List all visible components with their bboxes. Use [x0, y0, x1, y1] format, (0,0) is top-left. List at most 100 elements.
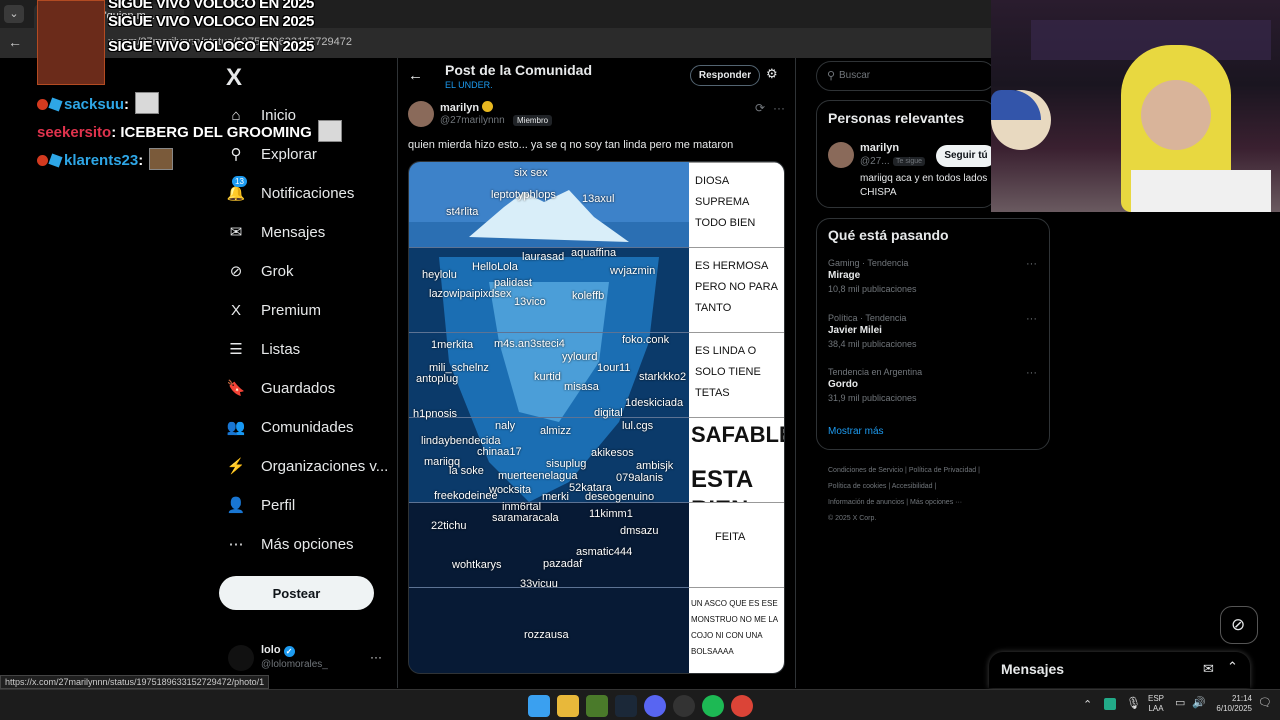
community-name[interactable]: EL UNDER. — [445, 80, 493, 90]
iceberg-username: leptotyphlops — [491, 189, 556, 201]
nav-item-8[interactable]: 🔖 Guardados — [225, 369, 336, 407]
post-button[interactable]: Postear — [219, 576, 374, 610]
iceberg-username: ambisjk — [636, 460, 674, 472]
filter-icon[interactable]: ⚙ — [766, 66, 778, 82]
iceberg-username: merki — [542, 491, 569, 503]
badge-icon — [37, 99, 48, 110]
iceberg-username: 13axul — [582, 193, 615, 205]
trend-name: Mirage — [828, 270, 861, 281]
footer-link[interactable]: Política de Privacidad — [909, 467, 976, 474]
tier-divider — [409, 332, 689, 333]
nav-label: Organizaciones v... — [261, 457, 389, 475]
iceberg-username: koleffb — [572, 290, 605, 302]
new-message-icon[interactable]: ✉ — [1203, 661, 1214, 677]
person-face — [1141, 80, 1211, 150]
overlay-banner-1: SIGUE VIVO VOLOCO EN 2025 — [108, 0, 314, 12]
footer-link[interactable]: Accesibilidad — [892, 483, 933, 490]
nav-item-6[interactable]: X Premium — [225, 291, 321, 329]
tray-chevron-icon[interactable]: ⌃ — [1083, 698, 1092, 711]
iceberg-username: 33vicuu — [520, 578, 558, 590]
nav-item-3[interactable]: 🔔 13 Notificaciones — [225, 174, 354, 212]
iceberg-username: 1our11 — [597, 362, 631, 374]
back-arrow-icon[interactable]: ← — [408, 67, 423, 84]
lang-top: ESP — [1148, 694, 1165, 703]
trend-more-icon[interactable]: ··· — [1026, 313, 1037, 325]
trend-more-icon[interactable]: ··· — [1026, 367, 1037, 379]
volume-icon[interactable]: 🔊 — [1192, 696, 1206, 709]
grok-post-icon[interactable]: ⟳ — [755, 101, 765, 115]
chat-line-3: klarents23: — [37, 148, 174, 170]
nav-item-2[interactable]: ⚲ Explorar — [225, 135, 317, 173]
messages-title: Mensajes — [1001, 661, 1065, 677]
footer-link[interactable]: Política de cookies — [828, 483, 886, 490]
chrome-icon[interactable] — [731, 695, 753, 717]
tier-label: ES LINDA O SOLO TIENE TETAS — [689, 332, 784, 417]
clock[interactable]: 21:14 6/10/2025 — [1212, 694, 1252, 714]
nav-label: Notificaciones — [261, 184, 355, 202]
tab-list-chevron-icon[interactable]: ⌄ — [4, 5, 24, 23]
author-row[interactable]: marilyn — [440, 101, 494, 114]
iceberg-username: saramaracala — [492, 512, 559, 524]
trend-item[interactable]: Tendencia en Argentina Gordo 31,9 mil publ… — [828, 367, 1038, 413]
mic-icon[interactable]: 🎙 — [1126, 696, 1141, 710]
show-more-link[interactable]: Mostrar más — [828, 426, 884, 437]
notifications-icon[interactable]: 🗨 — [1258, 696, 1272, 709]
file-explorer-icon[interactable] — [557, 695, 579, 717]
steam-icon[interactable] — [615, 695, 637, 717]
trend-more-icon[interactable]: ··· — [1026, 258, 1037, 270]
expand-icon[interactable]: ⌃ — [1227, 659, 1238, 675]
language-indicator[interactable]: ESP LAA — [1148, 694, 1164, 714]
nav-item-4[interactable]: ✉ Mensajes — [225, 213, 326, 251]
minecraft-icon[interactable] — [586, 695, 608, 717]
footer-link[interactable]: Más opciones ··· — [910, 499, 962, 506]
spotify-icon[interactable] — [702, 695, 724, 717]
chat-line-1: sacksuu: — [37, 92, 160, 114]
obs-icon[interactable] — [673, 695, 695, 717]
trend-item[interactable]: Gaming · Tendencia Mirage 10,8 mil publica… — [828, 258, 1038, 304]
discord-icon[interactable] — [644, 695, 666, 717]
relevant-avatar[interactable] — [828, 142, 854, 168]
nav-label: Listas — [261, 340, 301, 358]
iceberg-username: 079alanis — [616, 472, 664, 484]
nav-item-10[interactable]: ⚡ Organizaciones v... — [225, 447, 389, 485]
webcam-overlay — [991, 0, 1280, 212]
account-more-icon[interactable]: ··· — [370, 650, 382, 664]
x-logo-icon[interactable]: X — [226, 64, 242, 92]
nav-item-11[interactable]: 👤 Perfil — [225, 486, 296, 524]
author-avatar[interactable] — [408, 101, 434, 127]
cube-badge-icon — [48, 97, 63, 112]
tier-label: DIOSA SUPREMA TODO BIEN — [689, 162, 784, 247]
follow-button[interactable]: Seguir tú — [936, 145, 996, 167]
tier-label: SAFABLE... — [689, 417, 784, 457]
start-icon[interactable] — [528, 695, 550, 717]
nav-item-9[interactable]: 👥 Comunidades — [225, 408, 354, 446]
trend-count: 31,9 mil publicaciones — [828, 393, 917, 403]
messages-drawer[interactable]: Mensajes ✉ ⌃ — [989, 652, 1250, 688]
nav-item-12[interactable]: ⋯ Más opciones — [225, 525, 354, 563]
nav-item-1[interactable]: ⌂ Inicio — [225, 96, 296, 134]
copyright: © 2025 X Corp. — [828, 515, 877, 522]
iceberg-username: HelloLola — [472, 261, 518, 273]
account-avatar[interactable] — [228, 645, 254, 671]
footer-link[interactable]: Condiciones de Servicio — [828, 467, 903, 474]
emote-icon — [317, 120, 342, 142]
page-title: Post de la Comunidad — [445, 62, 593, 78]
footer-link[interactable]: Información de anuncios — [828, 499, 904, 506]
search-input[interactable]: ⚲ Buscar — [816, 61, 996, 91]
nav-item-7[interactable]: ☰ Listas — [225, 330, 300, 368]
account-row[interactable]: lolo ✓ — [261, 644, 295, 657]
x-icon: X — [230, 301, 241, 319]
nav-item-5[interactable]: ⊘ Grok — [225, 252, 294, 290]
tray-app-icon[interactable] — [1104, 698, 1116, 710]
network-icon[interactable]: ▭ — [1175, 696, 1185, 709]
post-more-icon[interactable]: ··· — [773, 101, 785, 115]
back-arrow-icon[interactable]: ← — [8, 34, 22, 50]
relevant-name[interactable]: marilyn — [860, 142, 899, 154]
grok-button[interactable]: ⊘ — [1220, 606, 1258, 644]
post-image-iceberg[interactable]: six sex leptotyphlops 13axul st4rlita aquaff… — [408, 161, 785, 674]
search-icon: ⚲ — [827, 70, 836, 82]
iceberg-username: la soke — [449, 465, 484, 477]
reply-button[interactable]: Responder — [690, 65, 760, 86]
trend-item[interactable]: Política · Tendencia Javier Milei 38,4 mil… — [828, 313, 1038, 359]
date: 6/10/2025 — [1216, 704, 1252, 713]
